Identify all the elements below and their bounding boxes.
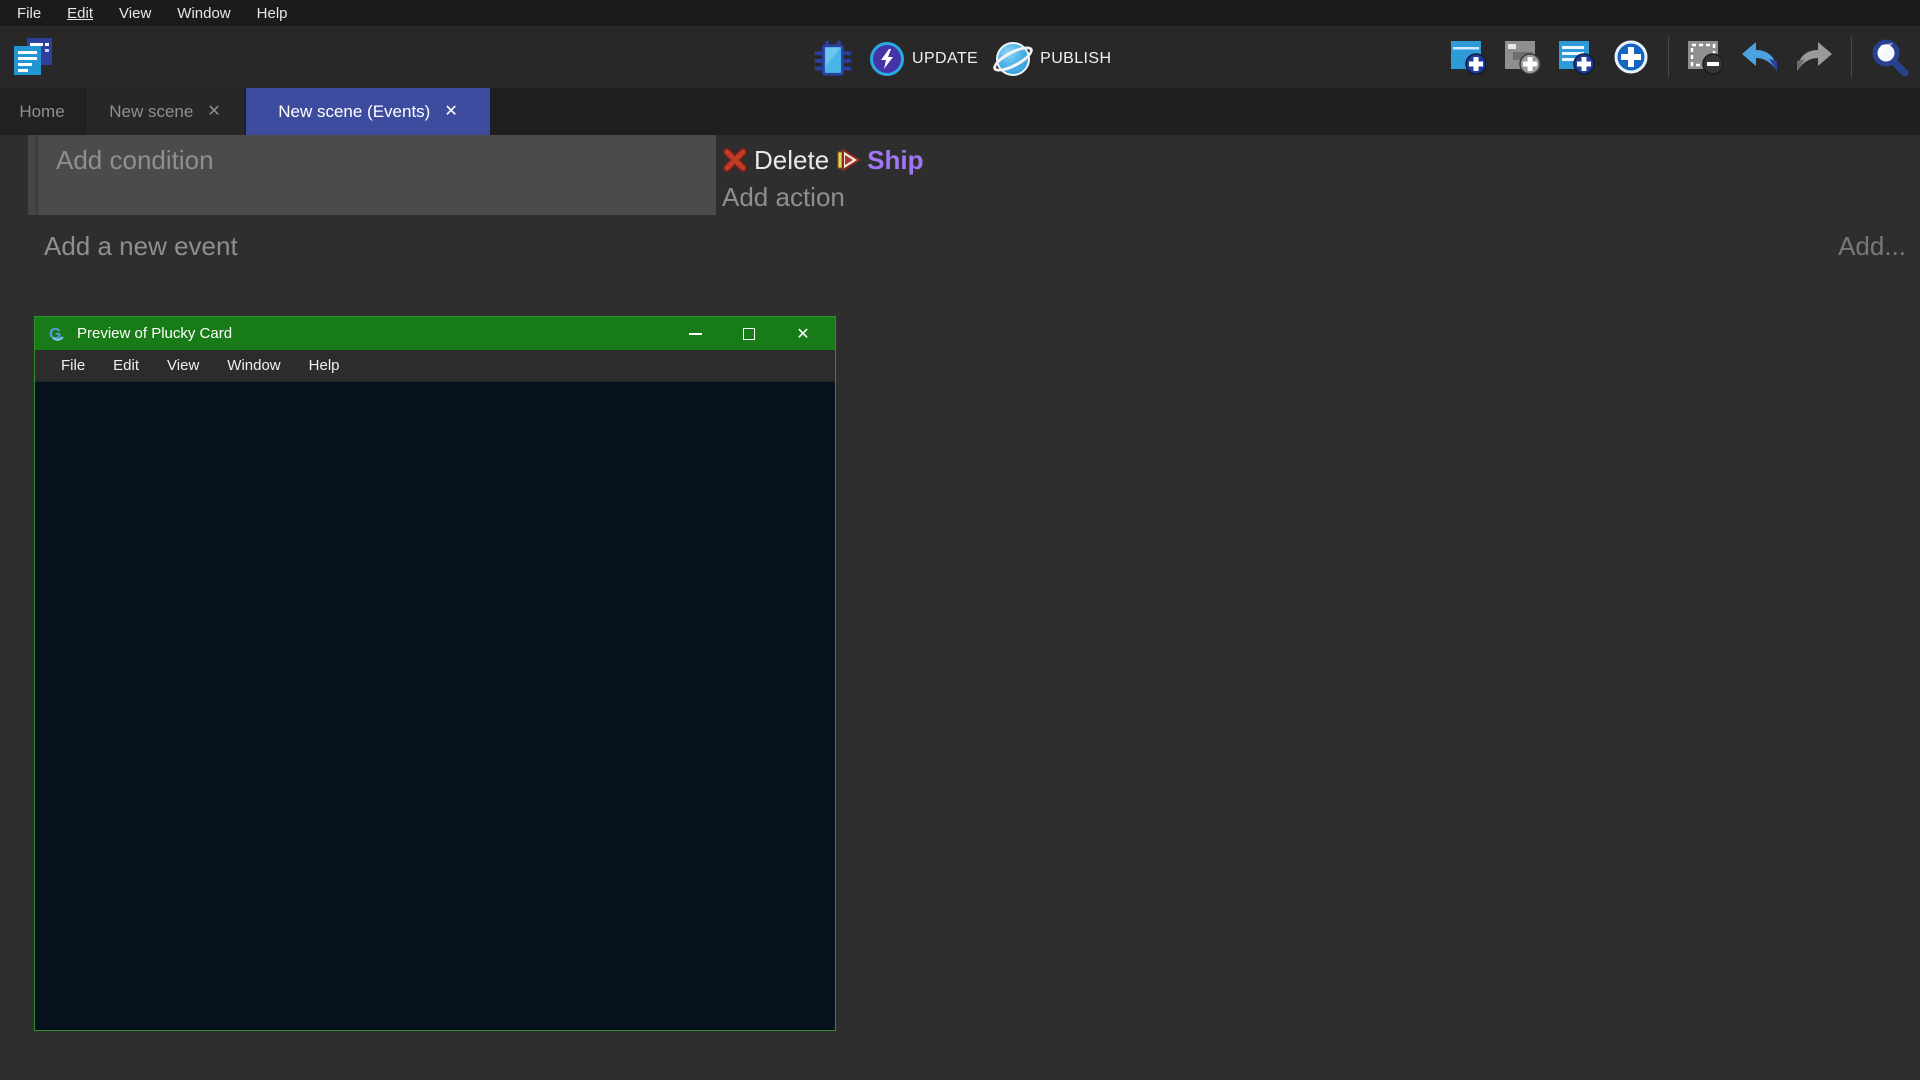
update-button[interactable]: UPDATE <box>870 42 978 76</box>
update-lightning-icon <box>870 42 904 76</box>
menu-edit[interactable]: Edit <box>54 5 106 22</box>
publish-button[interactable]: PUBLISH <box>994 40 1111 78</box>
add-event-icon[interactable] <box>1448 36 1490 78</box>
event-row: Add condition Delete <box>28 135 1920 215</box>
undo-icon[interactable] <box>1739 36 1781 78</box>
action-verb: Delete <box>754 145 829 176</box>
preview-window-title: Preview of Plucky Card <box>77 325 687 342</box>
preview-menu-help[interactable]: Help <box>295 357 354 374</box>
add-comment-icon[interactable] <box>1556 36 1598 78</box>
preview-menu-view[interactable]: View <box>153 357 213 374</box>
close-icon[interactable]: ✕ <box>795 326 811 342</box>
publish-globe-icon <box>994 40 1032 78</box>
tab-home-label: Home <box>19 102 64 122</box>
gdevelop-logo-icon: G <box>49 325 67 342</box>
add-subevent-icon[interactable] <box>1502 36 1544 78</box>
preview-window: G Preview of Plucky Card ✕ File Edit Vie… <box>34 316 836 1031</box>
choose-add-event-icon[interactable] <box>1610 36 1652 78</box>
delete-selection-icon[interactable] <box>1685 36 1727 78</box>
game-preview-canvas[interactable] <box>35 382 835 1028</box>
menu-file[interactable]: File <box>4 5 54 22</box>
tab-new-scene[interactable]: New scene ✕ <box>86 88 244 135</box>
app-menubar: File Edit View Window Help <box>0 0 1920 26</box>
toolbar-separator <box>1851 37 1852 77</box>
action-item[interactable]: Delete Ship <box>722 143 924 177</box>
add-new-event-button[interactable]: Add a new event <box>44 231 238 262</box>
update-label: UPDATE <box>912 50 978 68</box>
tab-new-scene-label: New scene <box>109 102 193 122</box>
publish-label: PUBLISH <box>1040 50 1111 68</box>
preview-menu-window[interactable]: Window <box>213 357 294 374</box>
redo-icon[interactable] <box>1793 36 1835 78</box>
event-drag-handle[interactable] <box>28 135 38 215</box>
toolbar-separator <box>1668 37 1669 77</box>
main-toolbar: UPDATE PUBLISH <box>0 26 1920 88</box>
tab-new-scene-events-label: New scene (Events) <box>278 102 430 122</box>
conditions-column[interactable]: Add condition <box>38 135 716 215</box>
add-action-placeholder[interactable]: Add action <box>722 182 924 213</box>
gdevelop-app: File Edit View Window Help <box>0 0 1920 1080</box>
tab-close-icon[interactable]: ✕ <box>207 104 220 120</box>
editor-tabbar: Home New scene ✕ New scene (Events) ✕ <box>0 88 1920 135</box>
add-condition-placeholder[interactable]: Add condition <box>56 145 214 175</box>
search-icon[interactable] <box>1868 36 1910 78</box>
preview-titlebar[interactable]: G Preview of Plucky Card ✕ <box>35 317 835 350</box>
tab-home[interactable]: Home <box>0 88 84 135</box>
maximize-icon[interactable] <box>741 326 757 342</box>
debug-icon[interactable] <box>812 38 854 80</box>
tab-close-icon[interactable]: ✕ <box>444 104 457 120</box>
preview-menu-edit[interactable]: Edit <box>99 357 153 374</box>
tab-new-scene-events[interactable]: New scene (Events) ✕ <box>246 88 490 135</box>
add-more-button[interactable]: Add... <box>1838 231 1906 262</box>
actions-column: Delete Ship Add action <box>716 135 924 215</box>
ship-object-icon <box>835 147 861 173</box>
menu-help[interactable]: Help <box>244 5 301 22</box>
preview-menu-file[interactable]: File <box>47 357 99 374</box>
project-manager-icon[interactable] <box>10 34 56 80</box>
preview-menubar: File Edit View Window Help <box>35 350 835 382</box>
menu-window[interactable]: Window <box>164 5 243 22</box>
menu-view[interactable]: View <box>106 5 164 22</box>
action-object-name: Ship <box>867 145 923 176</box>
minimize-icon[interactable] <box>687 326 703 342</box>
delete-action-icon <box>722 147 748 173</box>
